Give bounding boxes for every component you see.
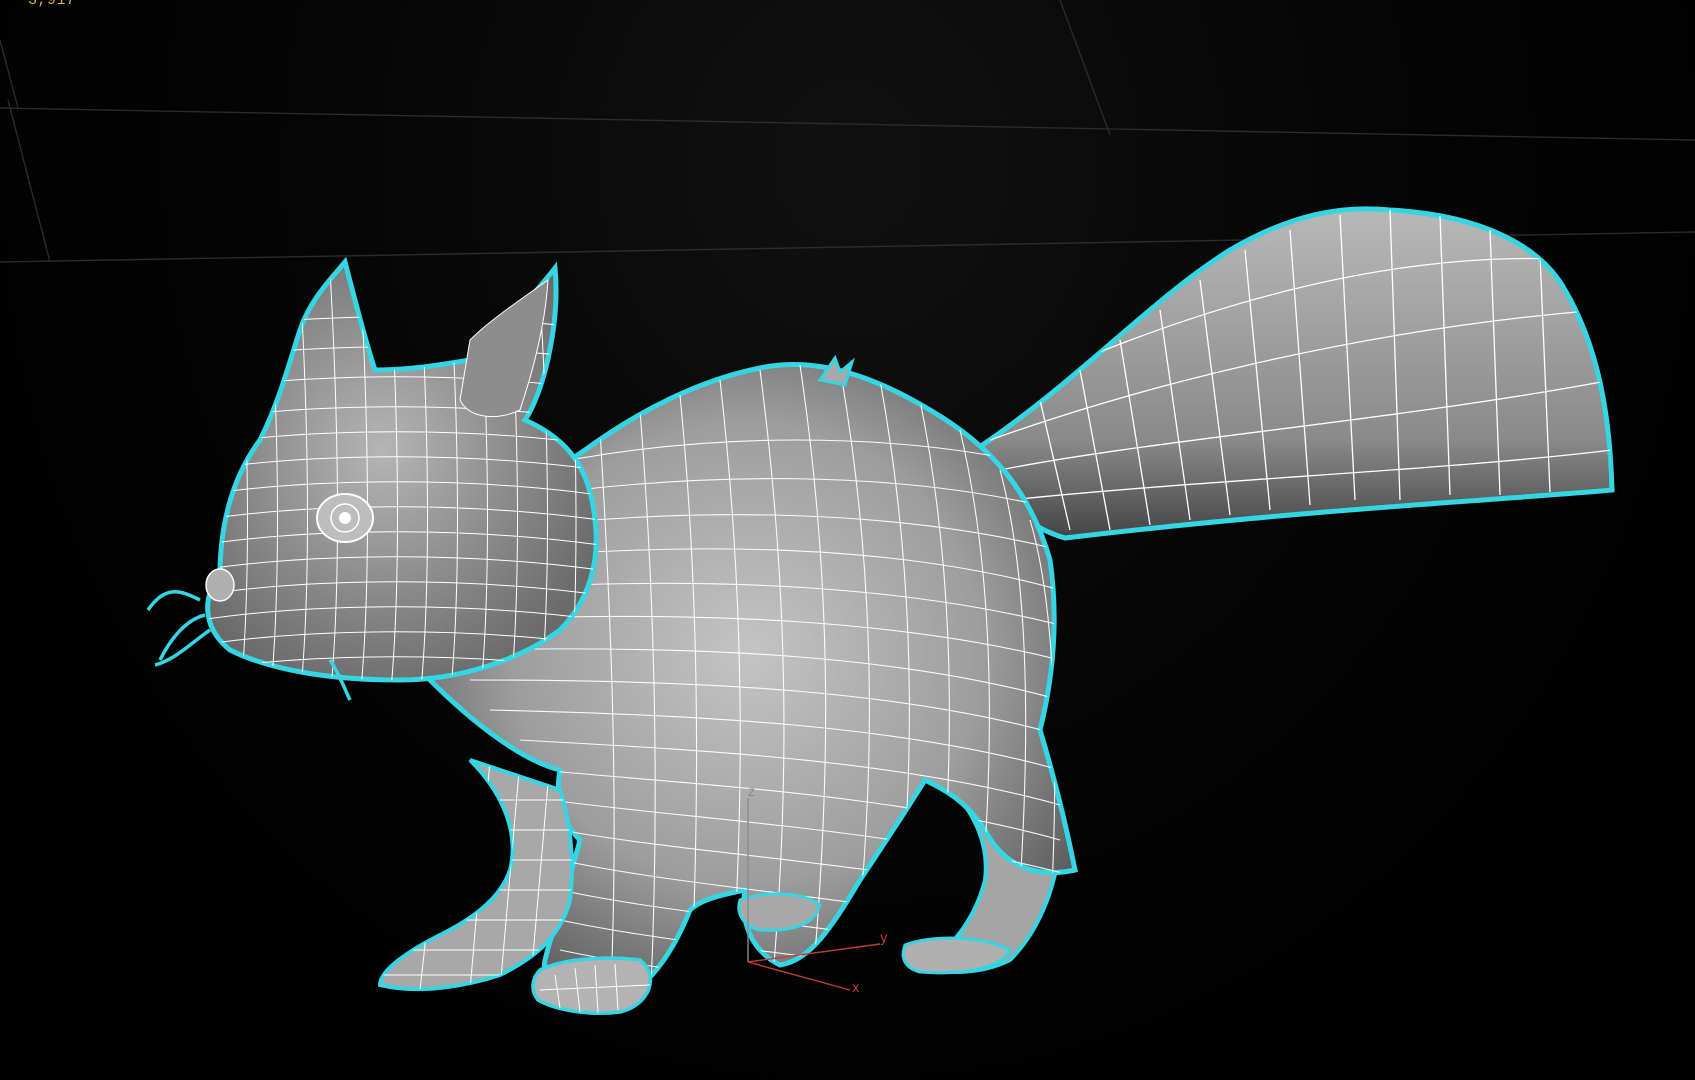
x-axis-label: x [852,981,860,996]
x-axis-line [747,961,851,991]
axis-gizmo: z y x [747,785,888,996]
y-axis-label: y [880,931,888,946]
3d-viewport[interactable]: 3,917 z y x [0,0,1695,1080]
z-axis-label: z [748,785,755,800]
y-axis-line [747,943,881,963]
